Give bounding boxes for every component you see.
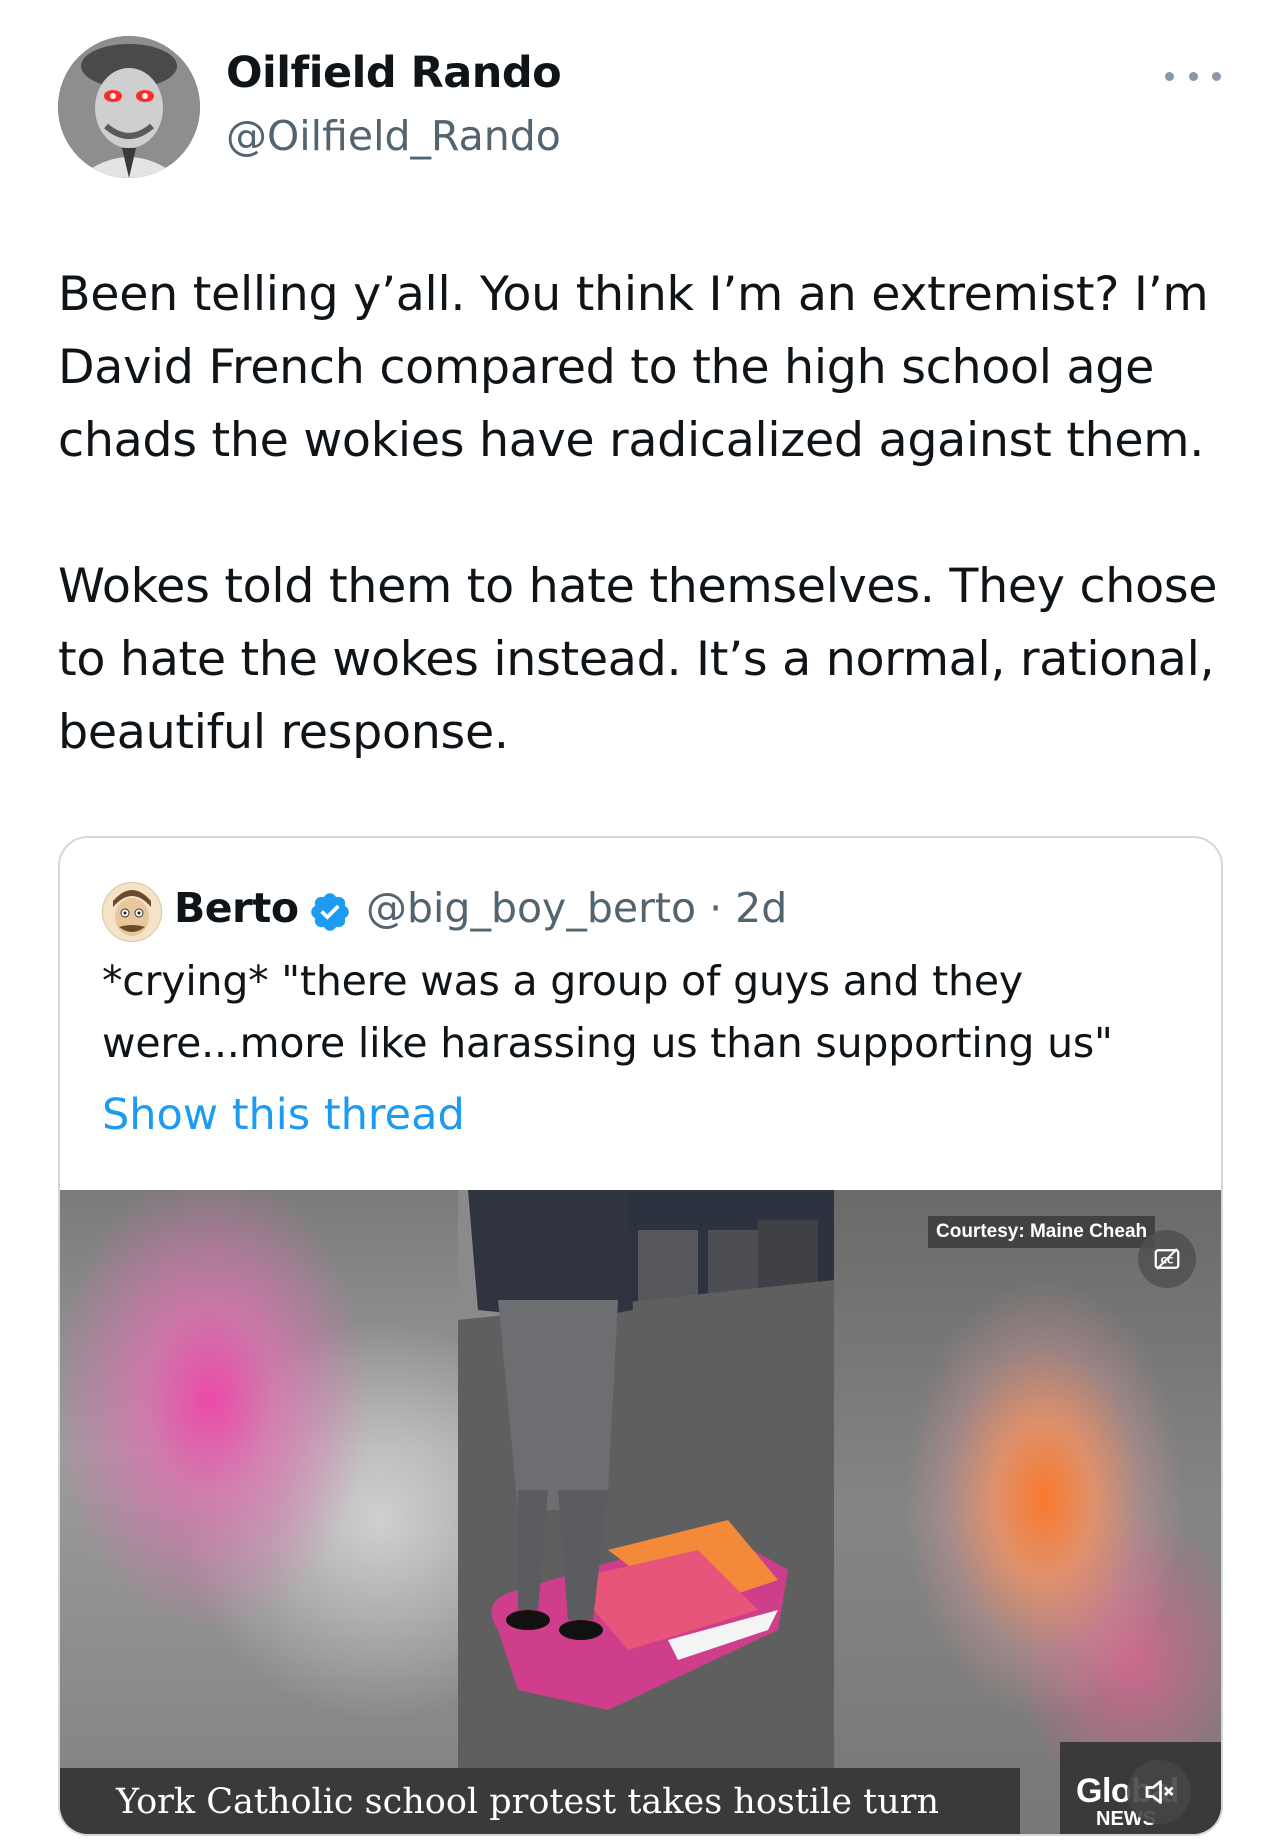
quote-author-avatar[interactable] — [102, 882, 162, 942]
avatar-portrait-icon — [58, 36, 200, 178]
video-player[interactable]: Courtesy: Maine Cheah CC York Catholic s… — [60, 1190, 1221, 1834]
courtesy-caption: Courtesy: Maine Cheah — [928, 1216, 1156, 1248]
video-frame-center — [458, 1190, 834, 1834]
author-display-name[interactable]: Oilfield Rando — [226, 48, 562, 98]
news-headline-bar: York Catholic school protest takes hosti… — [60, 1768, 1020, 1834]
volume-muted-icon[interactable] — [1127, 1760, 1191, 1824]
author-handle[interactable]: @Oilfield_Rando — [226, 112, 561, 160]
more-horizontal-icon[interactable] — [1165, 64, 1221, 88]
verified-badge-icon — [308, 890, 352, 934]
cartoon-face-icon — [103, 883, 161, 941]
author-avatar[interactable] — [58, 36, 200, 178]
video-blur-left — [60, 1190, 458, 1834]
quote-text: *crying* "there was a group of guys and … — [102, 957, 1113, 1067]
closed-captions-icon[interactable]: CC — [1138, 1230, 1196, 1288]
show-thread-link[interactable]: Show this thread — [102, 1090, 465, 1140]
more-dot — [1212, 71, 1221, 81]
news-headline: York Catholic school protest takes hosti… — [116, 1782, 940, 1822]
tweet-text: Been telling y’all. You think I’m an ext… — [58, 267, 1218, 760]
more-dot — [1188, 71, 1198, 81]
tweet-page: Oilfield Rando @Oilfield_Rando Been tell… — [0, 0, 1283, 1846]
quote-tweet-card[interactable]: Berto @big_boy_berto · 2d *crying* "ther… — [58, 836, 1223, 1836]
quote-author-handle-time[interactable]: @big_boy_berto · 2d — [366, 884, 787, 932]
quote-author-name[interactable]: Berto — [174, 884, 299, 932]
more-dot — [1165, 71, 1174, 81]
